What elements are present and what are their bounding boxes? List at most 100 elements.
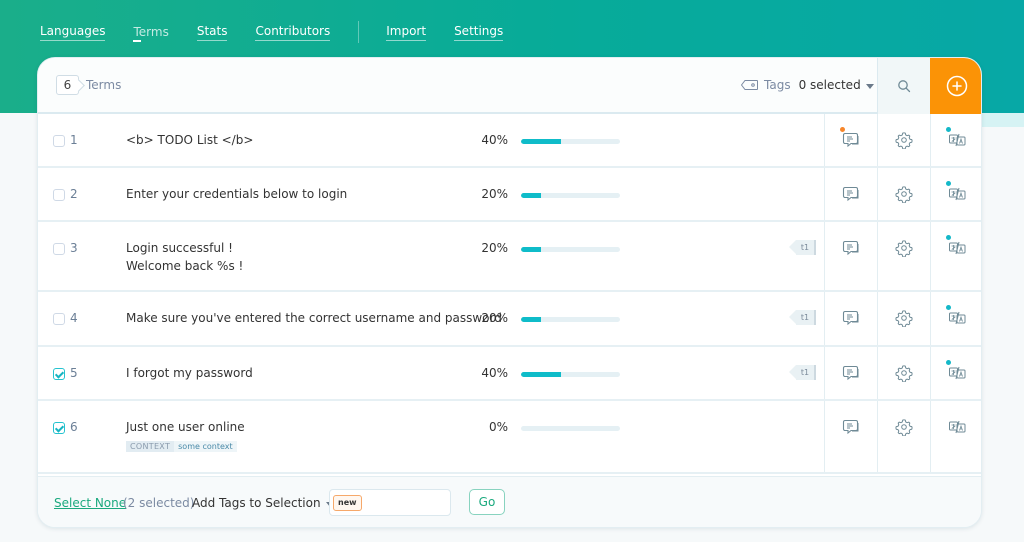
term-text-block[interactable]: Login successful ! Welcome back %s ! (126, 239, 243, 275)
chevron-down-icon (865, 83, 874, 89)
row-checkbox[interactable] (53, 313, 65, 325)
term-row[interactable]: 6 Just one user online CONTEXT some context… (38, 401, 981, 474)
comments-cell[interactable] (824, 401, 877, 472)
tags-filter-dropdown[interactable]: Tags 0 selected (741, 77, 874, 93)
nav-import[interactable]: Import (386, 23, 427, 41)
settings-cell[interactable] (877, 401, 930, 472)
translate-cell[interactable] (930, 401, 981, 472)
translate-cell[interactable] (930, 347, 981, 399)
nav-contributors[interactable]: Contributors (255, 23, 331, 41)
row-checkbox[interactable] (53, 368, 65, 380)
settings-cell[interactable] (877, 222, 930, 290)
nav-divider (358, 21, 360, 43)
progress-fill (521, 139, 561, 144)
tags-label: Tags (764, 78, 791, 92)
term-text: I forgot my password (126, 366, 253, 380)
progress-bar (521, 247, 620, 252)
terms-card: 6 Terms Tags 0 selected 1 <b> TODO List … (37, 57, 982, 528)
settings-cell[interactable] (877, 168, 930, 220)
translate-icon (948, 239, 966, 257)
terms-list: 1 <b> TODO List </b> 40% 2 Enter your creden… (38, 114, 981, 474)
translate-cell[interactable] (930, 292, 981, 345)
search-button[interactable] (877, 58, 930, 114)
translate-cell[interactable] (930, 114, 981, 166)
comment-icon (842, 131, 860, 149)
term-row[interactable]: 5 I forgot my password 40% t1 (38, 347, 981, 401)
term-text-block[interactable]: Just one user online CONTEXT some context (126, 418, 245, 454)
translate-icon (948, 309, 966, 327)
translate-cell[interactable] (930, 168, 981, 220)
go-button[interactable]: Go (469, 489, 505, 515)
term-text-block[interactable]: <b> TODO List </b> (126, 131, 253, 149)
row-checkbox[interactable] (53, 189, 65, 201)
plus-circle-icon (946, 75, 967, 97)
comments-cell[interactable] (824, 168, 877, 220)
term-row[interactable]: 3 Login successful ! Welcome back %s ! 20% t… (38, 222, 981, 292)
comments-cell[interactable] (824, 114, 877, 166)
term-text-block[interactable]: Enter your credentials below to login (126, 185, 347, 203)
selection-footer: Select None (2 selected) Add Tags to Sel… (38, 476, 981, 527)
term-tag[interactable]: t1 (789, 365, 816, 380)
translate-icon (948, 418, 966, 436)
nav-settings[interactable]: Settings (454, 23, 504, 41)
translate-icon (948, 185, 966, 203)
term-text-block[interactable]: Make sure you've entered the correct use… (126, 309, 502, 327)
term-tag[interactable]: t1 (789, 310, 816, 325)
nav-stats[interactable]: Stats (196, 23, 228, 41)
gear-icon (895, 185, 913, 204)
term-number: 3 (70, 241, 78, 255)
terms-header: 6 Terms Tags 0 selected (38, 58, 981, 114)
translate-cell[interactable] (930, 222, 981, 290)
settings-cell[interactable] (877, 292, 930, 345)
progress-fill (521, 247, 541, 252)
banner-strip (980, 113, 1024, 127)
new-tag-chip[interactable]: new (333, 495, 362, 511)
nav-languages[interactable]: Languages (40, 23, 106, 41)
translate-icon (948, 364, 966, 382)
comments-cell[interactable] (824, 292, 877, 345)
term-row[interactable]: 4 Make sure you've entered the correct us… (38, 292, 981, 347)
comments-cell[interactable] (824, 222, 877, 290)
progress-percent: 20% (481, 311, 508, 325)
terms-count-label: Terms (86, 78, 122, 92)
selected-count: (2 selected) (123, 496, 195, 510)
settings-cell[interactable] (877, 114, 930, 166)
term-tag[interactable]: t1 (789, 240, 816, 255)
term-text: Make sure you've entered the correct use… (126, 311, 502, 325)
progress-percent: 40% (481, 133, 508, 147)
add-tags-label: Add Tags to Selection (192, 496, 321, 510)
gear-icon (895, 131, 913, 150)
tag-input[interactable]: new (329, 489, 451, 516)
term-text: Just one user online (126, 420, 245, 434)
row-checkbox[interactable] (53, 243, 65, 255)
term-row[interactable]: 1 <b> TODO List </b> 40% (38, 114, 981, 168)
row-checkbox[interactable] (53, 135, 65, 147)
gear-icon (895, 364, 913, 383)
progress-percent: 40% (481, 366, 508, 380)
progress-bar (521, 372, 620, 377)
term-text: <b> TODO List </b> (126, 133, 254, 147)
progress-percent: 0% (488, 420, 508, 434)
term-row[interactable]: 2 Enter your credentials below to login 20… (38, 168, 981, 222)
settings-cell[interactable] (877, 347, 930, 399)
comments-cell[interactable] (824, 347, 877, 399)
tag-icon (741, 80, 758, 90)
add-tags-dropdown[interactable]: Add Tags to Selection (192, 496, 334, 510)
top-nav: Languages Terms Stats Contributors Impor… (40, 21, 531, 43)
progress-bar (521, 426, 620, 431)
add-term-button[interactable] (930, 58, 981, 114)
gear-icon (895, 239, 913, 258)
comment-icon (842, 418, 860, 436)
comment-icon (842, 364, 860, 382)
context-value: some context (174, 441, 237, 452)
translate-icon (948, 131, 966, 149)
term-text-block[interactable]: I forgot my password (126, 364, 253, 382)
comment-icon (842, 309, 860, 327)
progress-fill (521, 193, 541, 198)
progress-percent: 20% (481, 241, 508, 255)
select-none-link[interactable]: Select None (54, 496, 126, 510)
context-key: CONTEXT (126, 441, 175, 452)
nav-terms[interactable]: Terms (133, 24, 169, 42)
progress-bar (521, 317, 620, 322)
row-checkbox[interactable] (53, 422, 65, 434)
